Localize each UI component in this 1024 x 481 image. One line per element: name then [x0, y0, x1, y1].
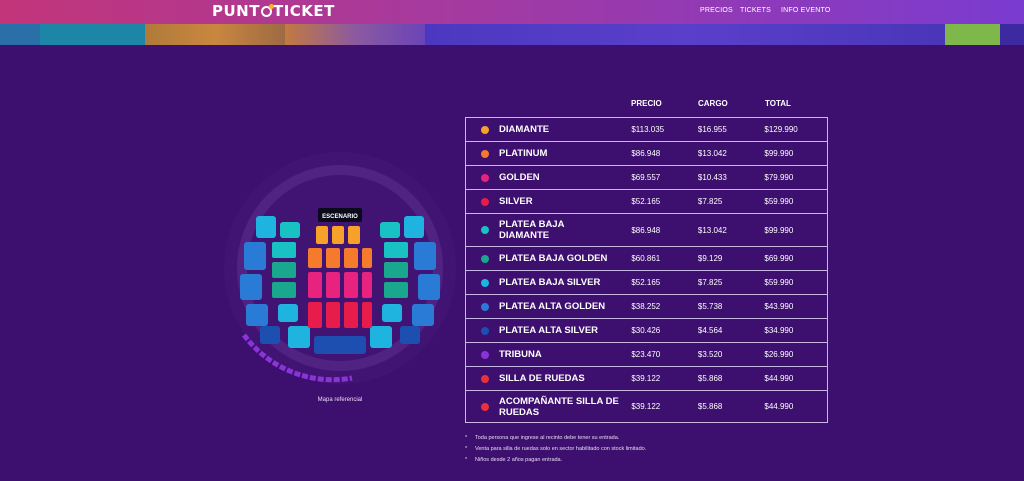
price-cell: $23.470	[631, 342, 698, 367]
price-cell: $30.426	[631, 318, 698, 343]
fee-cell: $9.129	[697, 246, 765, 271]
zone-color-dot	[481, 374, 489, 383]
price-cell: $86.948	[631, 141, 698, 166]
fee-cell: $7.825	[697, 270, 765, 295]
zone-name: ACOMPAÑANTE SILLA DE RUEDAS	[499, 395, 619, 418]
price-cell: $39.122	[631, 390, 698, 423]
fee-cell: $5.868	[697, 366, 765, 391]
footnotes: * Toda persona que ingrese al recinto deb…	[465, 433, 646, 466]
event-banner-strip	[0, 24, 1024, 45]
zone-color-dot	[481, 254, 489, 263]
total-cell: $43.990	[764, 294, 829, 319]
zone-color-dot	[481, 173, 489, 182]
zone-name: PLATEA BAJA GOLDEN	[499, 253, 608, 264]
total-cell: $59.990	[764, 270, 829, 295]
zone-name: PLATEA ALTA SILVER	[499, 325, 599, 336]
total-cell: $99.990	[764, 213, 829, 247]
zone-color-dot	[481, 149, 489, 158]
table-row: PLATEA BAJA SILVER $52.165 $7.825 $59.99…	[465, 270, 829, 295]
table-row: DIAMANTE $113.035 $16.955 $129.990	[465, 117, 829, 142]
table-row: SILVER $52.165 $7.825 $59.990	[465, 189, 829, 214]
total-cell: $44.990	[764, 366, 829, 391]
fee-cell: $3.520	[697, 342, 765, 367]
price-cell: $86.948	[631, 213, 698, 247]
fee-cell: $5.738	[697, 294, 765, 319]
fee-cell: $13.042	[697, 213, 765, 247]
price-cell: $113.035	[631, 117, 698, 142]
nav-info-evento[interactable]: INFO EVENTO	[781, 7, 831, 14]
total-cell: $34.990	[764, 318, 829, 343]
price-cell: $52.165	[631, 270, 698, 295]
total-cell: $129.990	[764, 117, 829, 142]
map-caption: Mapa referencial	[317, 397, 363, 403]
zone-color-dot	[481, 302, 489, 311]
zone-color-dot	[481, 197, 489, 206]
fee-cell: $5.868	[697, 390, 765, 423]
table-row: PLATEA BAJA DIAMANTE $86.948 $13.042 $99…	[465, 213, 829, 247]
zone-color-dot	[481, 226, 489, 234]
footnote-item: * Venta para silla de ruedas solo en sect…	[465, 446, 647, 452]
price-table: DIAMANTE $113.035 $16.955 $129.990 PLATI…	[465, 117, 829, 423]
price-cell: $60.861	[631, 246, 698, 271]
price-cell: $69.557	[631, 165, 698, 190]
zone-name: GOLDEN	[499, 172, 540, 183]
table-row: SILLA DE RUEDAS $39.122 $5.868 $44.990	[465, 366, 829, 391]
venue-map: ESCENARIO	[222, 150, 458, 386]
zone-color-dot	[481, 125, 489, 134]
logo-text-right: TICKET	[272, 2, 335, 20]
table-row: GOLDEN $69.557 $10.433 $79.990	[465, 165, 829, 190]
total-cell: $59.990	[764, 189, 829, 214]
zone-name: PLATINUM	[499, 148, 548, 159]
zone-color-dot	[481, 326, 489, 335]
total-cell: $79.990	[764, 165, 829, 190]
table-row: PLATINUM $86.948 $13.042 $99.990	[465, 141, 829, 166]
price-cell: $39.122	[631, 366, 698, 391]
logo-o-icon	[260, 4, 274, 17]
footnote-item: * Toda persona que ingrese al recinto deb…	[465, 435, 620, 441]
header-precio: PRECIO	[631, 99, 662, 108]
punto-ticket-logo[interactable]: PUNT TICKET	[212, 2, 335, 20]
zone-color-dot	[481, 278, 489, 287]
fee-cell: $4.564	[697, 318, 765, 343]
header-total: TOTAL	[765, 99, 791, 108]
total-cell: $26.990	[764, 342, 829, 367]
total-cell: $69.990	[764, 246, 829, 271]
price-cell: $52.165	[631, 189, 698, 214]
stage-label: ESCENARIO	[322, 214, 358, 220]
logo-text-left: PUNT	[212, 2, 260, 20]
zone-color-dot	[481, 350, 489, 359]
table-row: PLATEA BAJA GOLDEN $60.861 $9.129 $69.99…	[465, 246, 829, 271]
zone-name: PLATEA BAJA DIAMANTE	[499, 219, 565, 241]
nav-tickets[interactable]: TICKETS	[740, 7, 771, 14]
nav-precios[interactable]: PRECIOS	[700, 7, 733, 14]
footnote-item: * Niños desde 2 años pagan entrada.	[465, 457, 563, 463]
top-navigation-bar: PUNT TICKET PRECIOS TICKETS INFO EVENTO	[0, 0, 1024, 24]
total-cell: $99.990	[764, 141, 829, 166]
zone-name: PLATEA ALTA GOLDEN	[499, 301, 606, 312]
fee-cell: $16.955	[697, 117, 765, 142]
zone-name: PLATEA BAJA SILVER	[499, 277, 601, 288]
zone-color-dot	[481, 402, 489, 411]
fee-cell: $7.825	[697, 189, 765, 214]
table-row: PLATEA ALTA GOLDEN $38.252 $5.738 $43.99…	[465, 294, 829, 319]
zone-name: SILVER	[499, 196, 533, 207]
table-row: TRIBUNA $23.470 $3.520 $26.990	[465, 342, 829, 367]
fee-cell: $13.042	[697, 141, 765, 166]
zone-name: TRIBUNA	[499, 349, 542, 360]
zone-name: SILLA DE RUEDAS	[499, 373, 585, 384]
table-row: ACOMPAÑANTE SILLA DE RUEDAS $39.122 $5.8…	[465, 390, 829, 423]
price-cell: $38.252	[631, 294, 698, 319]
total-cell: $44.990	[764, 390, 829, 423]
header-cargo: CARGO	[698, 99, 728, 108]
venue-map-graphic: ESCENARIO	[224, 152, 456, 384]
zone-name: DIAMANTE	[499, 124, 550, 135]
table-row: PLATEA ALTA SILVER $30.426 $4.564 $34.99…	[465, 318, 829, 343]
fee-cell: $10.433	[697, 165, 765, 190]
